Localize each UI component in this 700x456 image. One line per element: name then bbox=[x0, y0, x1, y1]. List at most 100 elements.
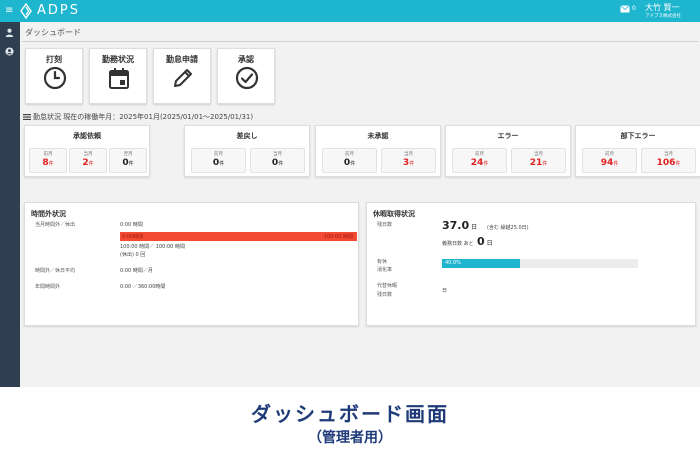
count-label: 当月 bbox=[664, 152, 673, 157]
count-label: 当月 bbox=[534, 152, 543, 157]
check-circle-icon bbox=[235, 66, 259, 90]
logo-mark-icon bbox=[20, 3, 32, 19]
monthly-overtime-value: 0:00 時間 bbox=[120, 222, 143, 228]
tile-label: 打刻 bbox=[46, 55, 62, 64]
count-label: 前月 bbox=[605, 152, 614, 157]
consumption-rate-text: 40.0% bbox=[445, 260, 461, 266]
overtime-progress-bar: 0:00時間 100:00 時間 bbox=[120, 232, 357, 241]
count-label: 前月 bbox=[345, 152, 354, 157]
tile-label: 勤務状況 bbox=[102, 55, 134, 64]
count-value: 24件 bbox=[470, 158, 489, 168]
unapproved-card: 未承認 前月 0件 当月 3件 bbox=[315, 125, 441, 177]
main-content: ダッシュボード 打刻 勤務状況 勤怠申請 承認 勤怠状況 現在の稼働年月：202… bbox=[20, 22, 700, 387]
count-value: 0件 bbox=[343, 158, 356, 168]
count-label: 前月 bbox=[43, 152, 53, 157]
caption-subtitle: （管理者用） bbox=[308, 430, 392, 446]
app-logo[interactable]: ADPS bbox=[20, 2, 80, 20]
mail-count-badge: 0 bbox=[632, 5, 636, 12]
overtime-panel: 時間外状況 当月時間外／休出 0:00 時間 0:00時間 100:00 時間 … bbox=[24, 202, 359, 326]
title-divider bbox=[22, 41, 698, 42]
count-next-month[interactable]: 翌月 0件 bbox=[109, 148, 147, 173]
count-label: 当月 bbox=[273, 152, 282, 157]
clock-icon bbox=[43, 66, 67, 90]
page-title: ダッシュボード bbox=[25, 28, 81, 37]
consumption-rate-bar: 40.0% bbox=[442, 259, 638, 268]
top-bar: ≡ ADPS 0 大竹 賢一 アドプス株式会社 bbox=[0, 0, 700, 22]
mail-icon[interactable] bbox=[620, 5, 630, 13]
comp-remaining-label: 残日数 bbox=[377, 292, 393, 298]
count-prev-month[interactable]: 前月 0件 bbox=[322, 148, 377, 173]
calendar-icon bbox=[109, 68, 129, 89]
attendance-status-header: 勤怠状況 現在の稼働年月：2025年01月(2025/01/01～2025/01… bbox=[23, 112, 253, 122]
average-overtime-label: 時間外／休日平均 bbox=[35, 268, 76, 274]
overtime-bar-current: 0:00時間 bbox=[122, 234, 144, 240]
card-title: 未承認 bbox=[367, 132, 389, 140]
overtime-detail: 100:00 時間／ 100:00 時間 bbox=[120, 244, 185, 250]
menu-icon[interactable]: ≡ bbox=[5, 5, 13, 17]
count-value: 0件 bbox=[212, 158, 225, 168]
card-title: 部下エラー bbox=[620, 132, 656, 140]
annual-overtime-label: 年間時間外 bbox=[35, 284, 61, 290]
subordinate-error-card: 部下エラー 前月 94件 当月 106件 bbox=[575, 125, 700, 177]
count-value: 106件 bbox=[656, 158, 681, 168]
mandatory-days-label: 義務日数 あと bbox=[442, 241, 474, 247]
list-icon bbox=[23, 114, 31, 120]
count-current-month[interactable]: 当月 2件 bbox=[69, 148, 107, 173]
panel-title: 休暇取得状況 bbox=[373, 210, 415, 218]
user-icon[interactable] bbox=[5, 28, 14, 37]
count-label: 当月 bbox=[404, 152, 413, 157]
count-value: 0件 bbox=[122, 158, 134, 168]
count-value: 8件 bbox=[42, 158, 54, 168]
remaining-days-note: (含む 繰越25.0日) bbox=[487, 225, 529, 231]
card-title: 承認依頼 bbox=[73, 132, 101, 140]
count-prev-month[interactable]: 前月 94件 bbox=[582, 148, 637, 173]
remaining-days-value: 37.0 日 bbox=[442, 219, 478, 232]
card-title: 差戻し bbox=[236, 132, 258, 140]
count-value: 94件 bbox=[600, 158, 619, 168]
consumption-rate-label: 消化率 bbox=[377, 267, 393, 273]
count-current-month[interactable]: 当月 0件 bbox=[250, 148, 305, 173]
overtime-bar-limit: 100:00 時間 bbox=[323, 234, 353, 240]
leave-panel: 休暇取得状況 残日数 37.0 日 (含む 繰越25.0日) 義務日数 あと 0日… bbox=[366, 202, 696, 326]
app-name: ADPS bbox=[37, 3, 80, 18]
comp-remaining-value: 日 bbox=[442, 288, 448, 294]
annual-overtime-value: 0:00 ／360:00時間 bbox=[120, 284, 166, 290]
tile-label: 勤怠申請 bbox=[166, 55, 198, 64]
count-label: 翌月 bbox=[123, 152, 133, 157]
card-title: エラー bbox=[497, 132, 519, 140]
count-prev-month[interactable]: 前月 8件 bbox=[29, 148, 67, 173]
monthly-overtime-label: 当月時間外／休出 bbox=[35, 222, 76, 228]
count-label: 前月 bbox=[214, 152, 223, 157]
attendance-request-tile[interactable]: 勤怠申請 bbox=[153, 48, 211, 104]
remaining-days-label: 残日数 bbox=[377, 222, 393, 228]
count-value: 2件 bbox=[82, 158, 94, 168]
holiday-work-count: (休出) 0 回 bbox=[120, 252, 146, 258]
count-current-month[interactable]: 当月 106件 bbox=[641, 148, 696, 173]
approval-request-card: 承認依頼 前月 8件 当月 2件 翌月 0件 bbox=[24, 125, 150, 177]
paid-leave-label: 有休 bbox=[377, 259, 388, 265]
count-current-month[interactable]: 当月 21件 bbox=[511, 148, 566, 173]
count-prev-month[interactable]: 前月 0件 bbox=[191, 148, 246, 173]
approval-tile[interactable]: 承認 bbox=[217, 48, 275, 104]
count-value: 0件 bbox=[271, 158, 284, 168]
count-prev-month[interactable]: 前月 24件 bbox=[452, 148, 507, 173]
error-card: エラー 前月 24件 当月 21件 bbox=[445, 125, 571, 177]
user-company: アドプス株式会社 bbox=[645, 14, 681, 19]
mandatory-days-value: 0日 bbox=[477, 235, 493, 248]
count-label: 前月 bbox=[475, 152, 484, 157]
user-name[interactable]: 大竹 賢一 bbox=[645, 2, 680, 13]
account-circle-icon[interactable] bbox=[5, 47, 14, 56]
count-label: 当月 bbox=[83, 152, 93, 157]
pencil-icon bbox=[174, 69, 192, 87]
count-value: 3件 bbox=[402, 158, 415, 168]
work-status-tile[interactable]: 勤務状況 bbox=[89, 48, 147, 104]
count-value: 21件 bbox=[529, 158, 548, 168]
caption-title: ダッシュボード画面 bbox=[251, 402, 449, 426]
count-current-month[interactable]: 当月 3件 bbox=[381, 148, 436, 173]
average-overtime-value: 0:00 時間／月 bbox=[120, 268, 153, 274]
sidebar bbox=[0, 22, 20, 387]
tile-label: 承認 bbox=[238, 55, 254, 64]
punch-tile[interactable]: 打刻 bbox=[25, 48, 83, 104]
comp-leave-label: 代替休暇 bbox=[377, 283, 398, 289]
panel-title: 時間外状況 bbox=[31, 210, 66, 218]
